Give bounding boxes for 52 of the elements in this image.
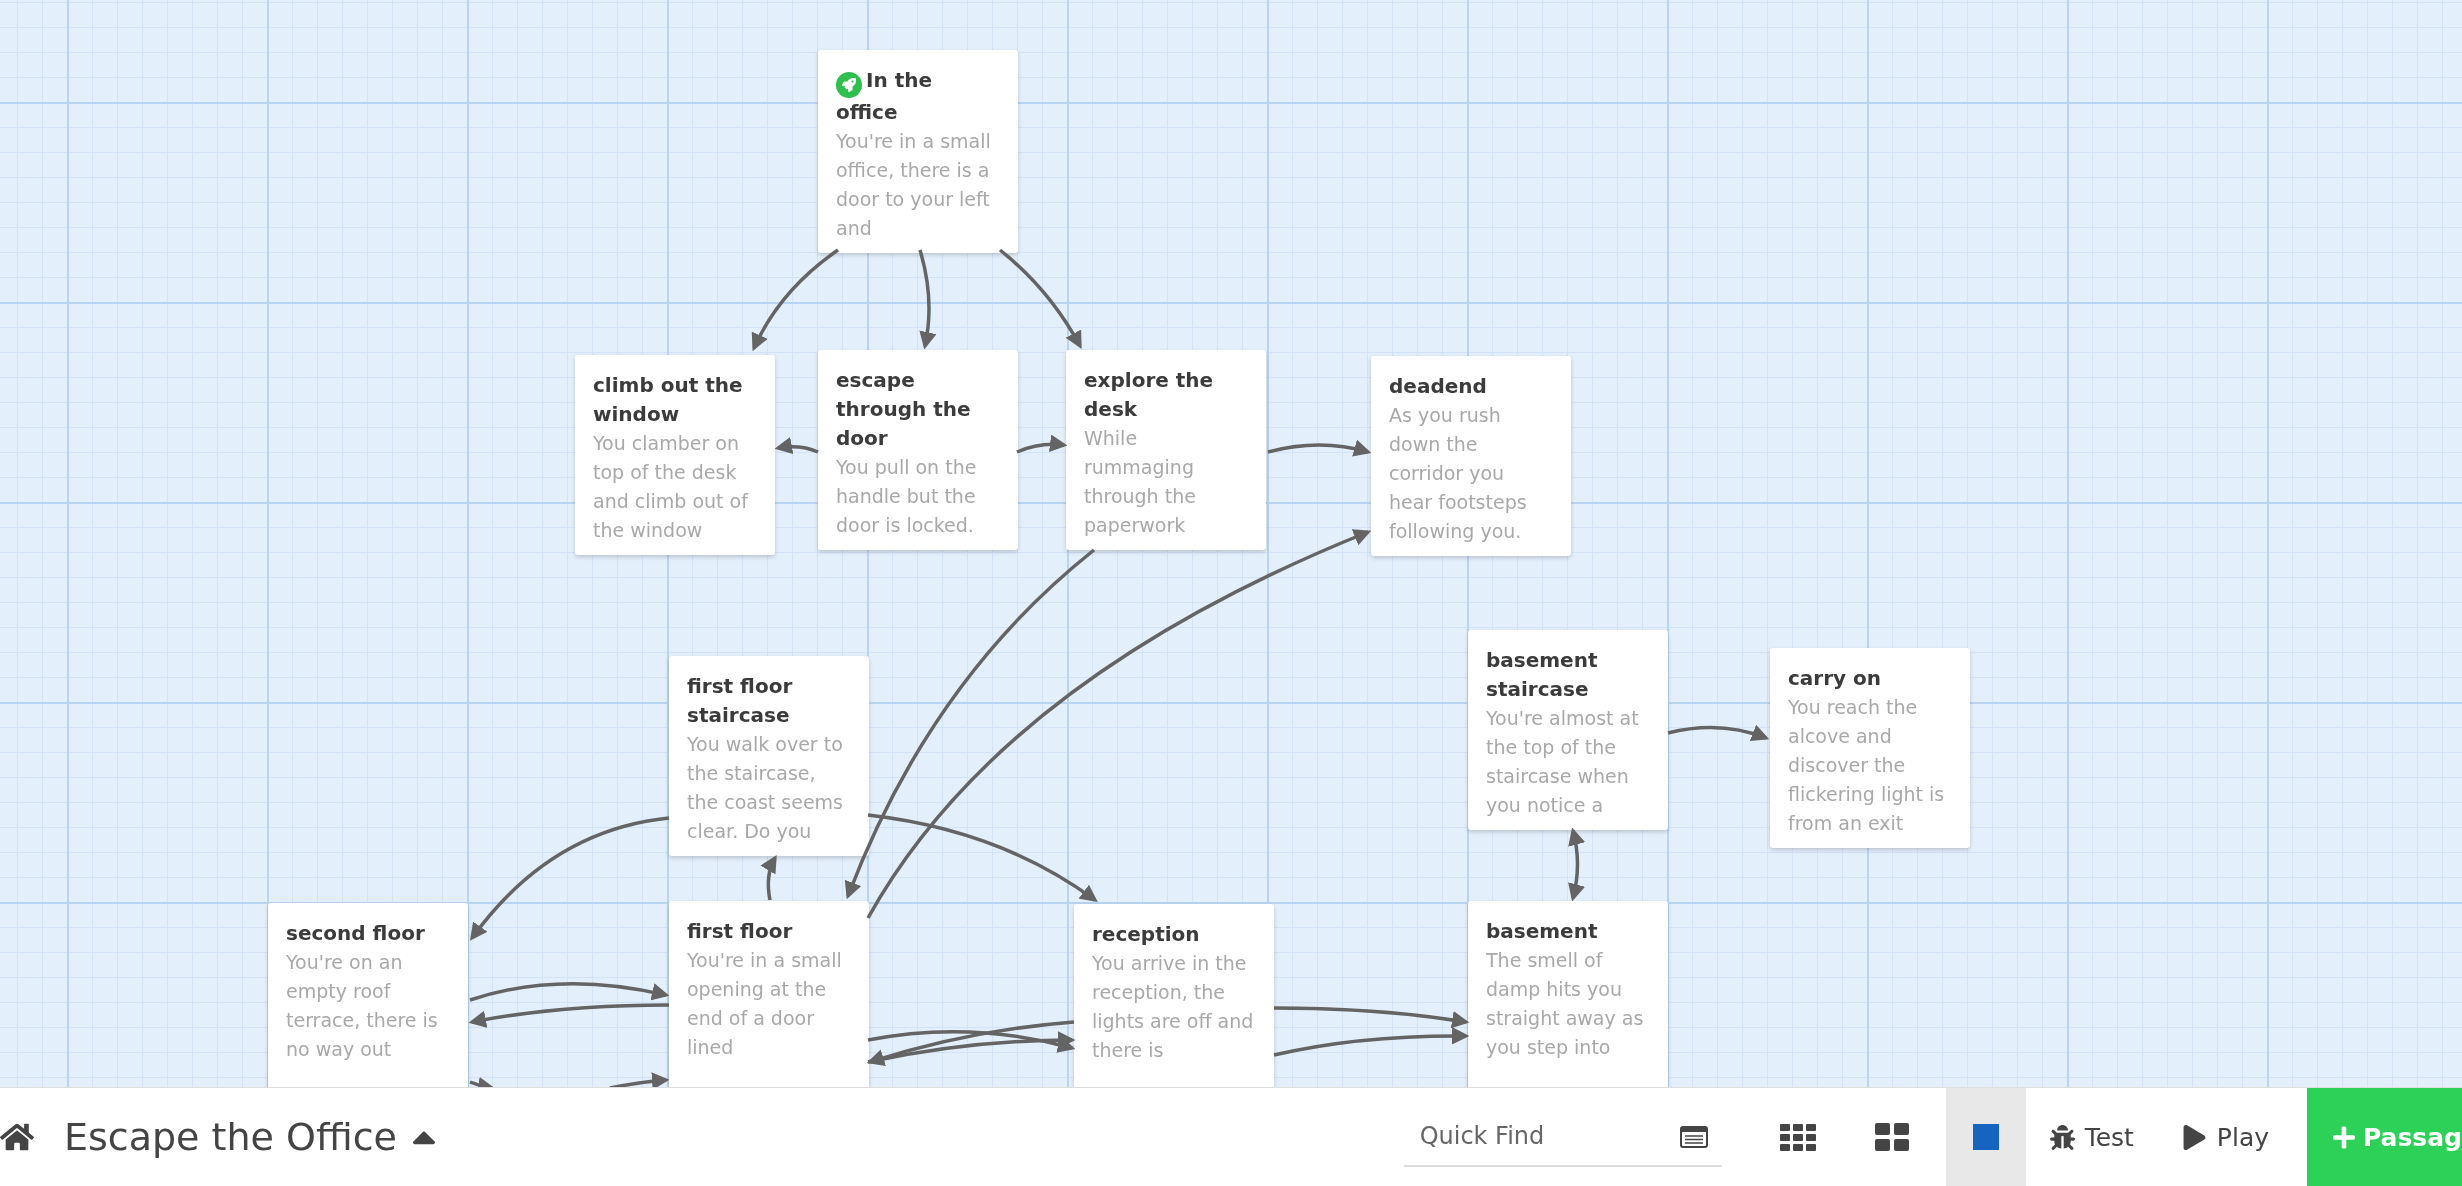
passage-title: reception bbox=[1092, 921, 1201, 948]
passage-excerpt: You're in a small opening at the end of a door lined bbox=[687, 948, 843, 1060]
passage-excerpt: The smell of damp hits you straight away as you step into bbox=[1486, 948, 1645, 1060]
link-arrow bbox=[469, 1076, 496, 1087]
passage-title: second floor bbox=[286, 920, 426, 947]
passage-card[interactable]: basement staircase You're almost at the top of the staircase when you notice a bbox=[1468, 630, 1668, 830]
passage-excerpt: You arrive in the reception, the lights are off and there is bbox=[1092, 951, 1254, 1063]
passage-title: first floor staircase bbox=[687, 673, 794, 729]
passage-excerpt: You're on an empty roof terrace, there is no way out bbox=[286, 950, 439, 1062]
passage-title: first floor bbox=[687, 918, 794, 945]
passage-title: climb out the window bbox=[593, 372, 744, 428]
passage-title: escape through the door bbox=[836, 367, 972, 452]
passage-card[interactable]: first floor You're in a small opening at the end of a door lined bbox=[669, 901, 869, 1087]
passage-excerpt: While rummaging through the paperwork bbox=[1084, 426, 1197, 538]
passage-card[interactable]: first floor staircase You walk over to the staircase, the coast seems clear. Do you bbox=[669, 656, 869, 856]
passage-title: explore the desk bbox=[1084, 367, 1215, 423]
story-title-button[interactable]: Escape the Office bbox=[64, 1115, 443, 1159]
passage-title: deadend bbox=[1389, 373, 1488, 400]
small-grid-icon bbox=[1779, 1123, 1816, 1151]
passage-title: basement staircase bbox=[1486, 647, 1599, 703]
passage-card[interactable]: reception You arrive in the reception, the lights are off and there is bbox=[1074, 904, 1274, 1087]
passage-excerpt: You reach the alcove and discover the flickering light is from an exit bbox=[1788, 695, 1946, 836]
passage-card[interactable]: explore the desk While rummaging through the paperwork bbox=[1066, 350, 1266, 550]
passage-card[interactable]: carry on You reach the alcove and discover the flickering light is from an exit bbox=[1770, 648, 1970, 848]
passage-card[interactable]: basement The smell of damp hits you straight away as you step into bbox=[1468, 901, 1668, 1087]
bug-icon bbox=[2049, 1124, 2075, 1150]
passage-card[interactable]: deadend As you rush down the corridor you hear footsteps following you. bbox=[1371, 356, 1571, 556]
link-arrow bbox=[760, 854, 777, 901]
link-arrow bbox=[609, 1072, 670, 1087]
passage-card[interactable]: second floor You're on an empty roof terrace, there is no way out bbox=[268, 903, 468, 1087]
square-icon bbox=[1972, 1124, 1999, 1150]
rocket-icon bbox=[836, 72, 862, 98]
passage-excerpt: You walk over to the staircase, the coast seems clear. Do you bbox=[687, 732, 844, 844]
passage-card[interactable]: climb out the window You clamber on top of the desk and climb out of the window bbox=[575, 355, 775, 555]
passage-excerpt: You're almost at the top of the staircase when you notice a bbox=[1486, 706, 1640, 818]
plus-icon bbox=[2333, 1124, 2355, 1150]
passage-card[interactable]: In the office You're in a small office, there is a door to your left and bbox=[818, 50, 1018, 253]
passage-excerpt: You pull on the handle but the door is locked. bbox=[836, 455, 978, 538]
passage-excerpt: As you rush down the corridor you hear footsteps following you. bbox=[1389, 403, 1528, 544]
play-icon bbox=[2181, 1124, 2207, 1150]
passage-excerpt: You clamber on top of the desk and climb out of the window bbox=[593, 431, 750, 543]
quick-find-field[interactable]: Quick Find bbox=[1403, 1107, 1722, 1167]
passage-excerpt: You're in a small office, there is a door to your left and bbox=[836, 129, 992, 241]
zoom-level-button[interactable] bbox=[1945, 1088, 2026, 1186]
passage-title: carry on bbox=[1788, 665, 1883, 692]
list-icon bbox=[1679, 1126, 1708, 1148]
link-arrow bbox=[1016, 434, 1068, 454]
link-arrow bbox=[774, 437, 819, 455]
passage-title: In the office bbox=[836, 67, 933, 126]
passage-card[interactable]: escape through the door You pull on the handle but the door is locked. bbox=[818, 350, 1018, 550]
passage-title: basement bbox=[1486, 918, 1599, 945]
four-squares-icon bbox=[1874, 1123, 1909, 1151]
